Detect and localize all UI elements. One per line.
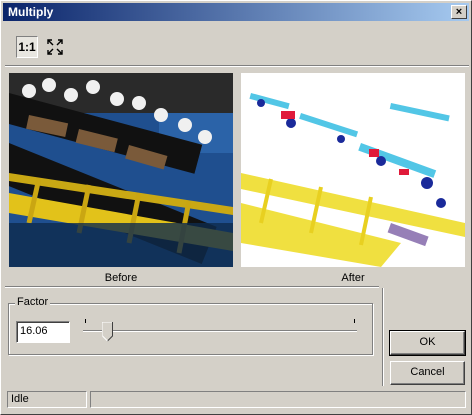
slider-max-tick [354,319,355,323]
before-label: Before [104,272,138,284]
close-button[interactable]: × [451,5,467,19]
after-label: After [341,272,365,284]
cancel-button[interactable]: Cancel [390,361,465,385]
button-separator [382,288,384,386]
multiply-dialog: Multiply × 1:1 Before After Factor 16.06… [0,0,472,415]
after-preview-image [241,73,465,267]
fit-to-window-button[interactable] [44,36,66,58]
slider-min-tick [85,319,86,323]
factor-group-label: Factor [15,296,51,308]
status-text: Idle [7,391,87,408]
toolbar-separator [5,65,469,67]
zoom-1to1-button[interactable]: 1:1 [16,36,38,58]
factor-input[interactable]: 16.06 [16,321,70,343]
fit-to-window-icon [47,39,63,55]
title-bar: Multiply × [3,3,469,21]
status-panel [90,391,466,408]
ok-button[interactable]: OK [389,330,466,356]
window-title: Multiply [8,5,54,19]
preview-separator [5,286,379,288]
before-preview-image [9,73,233,267]
factor-slider-track[interactable] [83,330,357,332]
factor-slider-thumb[interactable] [101,322,113,342]
